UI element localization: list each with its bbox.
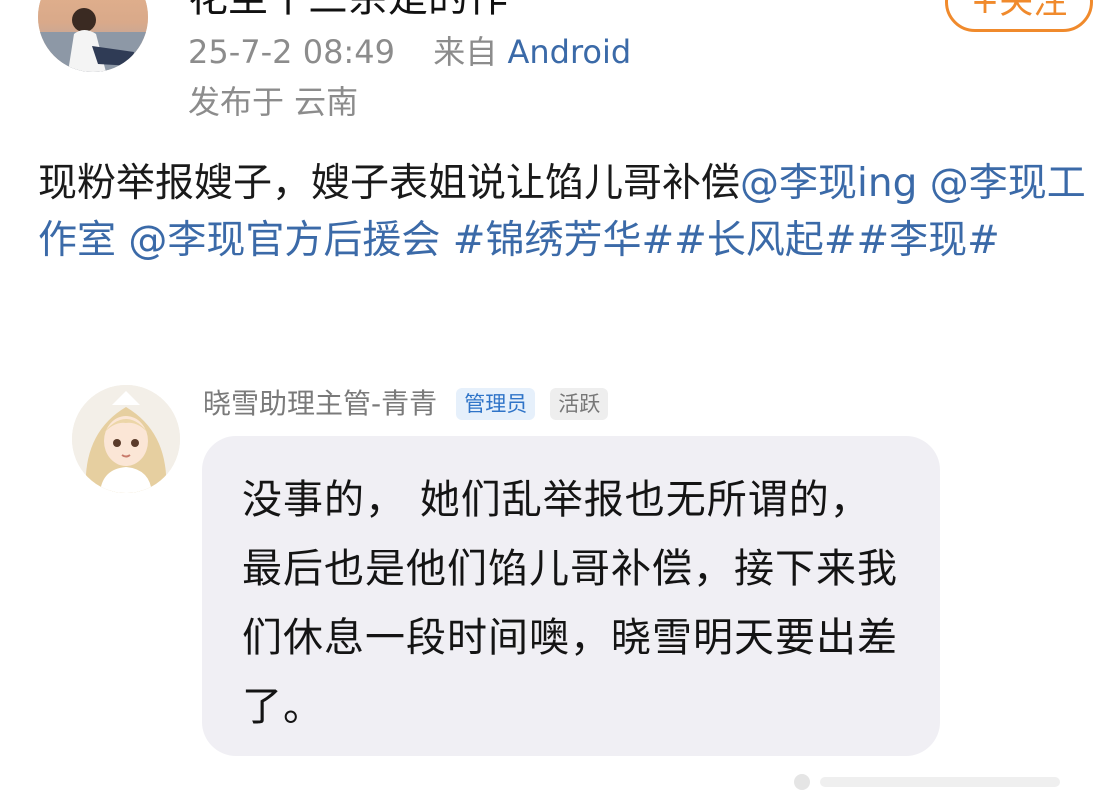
commenter-name[interactable]: 晓雪助理主管-青青: [203, 386, 437, 422]
from-label: 来自: [433, 33, 498, 71]
author-avatar-image: [38, 0, 148, 72]
watermark-decoration: [790, 770, 1090, 794]
post-content: 现粉举报嫂子，嫂子表姐说让馅儿哥补偿@李现ing @李现工作室 @李现官方后援会…: [38, 155, 1088, 269]
active-badge: 活跃: [550, 388, 609, 420]
commenter-avatar-image: [72, 385, 180, 493]
post-location: 发布于 云南: [188, 83, 359, 121]
follow-button[interactable]: +关注: [945, 0, 1093, 32]
author-avatar[interactable]: [38, 0, 148, 72]
post-body-text: 现粉举报嫂子，嫂子表姐说让馅儿哥补偿: [38, 161, 741, 206]
comment-bubble: 没事的， 她们乱举报也无所谓的，最后也是他们馅儿哥补偿，接下来我们休息一段时间噢…: [202, 436, 940, 756]
post-timestamp: 25-7-2 08:49: [188, 33, 395, 71]
admin-badge: 管理员: [456, 388, 536, 420]
comment-user-row: 晓雪助理主管-青青 管理员 活跃: [203, 386, 609, 422]
post-source[interactable]: Android: [507, 33, 631, 71]
comment-text: 没事的， 她们乱举报也无所谓的，最后也是他们馅儿哥补偿，接下来我们休息一段时间噢…: [242, 477, 898, 730]
author-name[interactable]: 花至十三余是的作: [188, 0, 508, 22]
commenter-avatar[interactable]: [72, 385, 180, 493]
post-header: 花至十三余是的作 +关注 25-7-2 08:49 来自 Android 发布于…: [0, 0, 1116, 130]
post-meta: 25-7-2 08:49 来自 Android: [188, 30, 631, 74]
watermark-icon: [794, 774, 1060, 790]
